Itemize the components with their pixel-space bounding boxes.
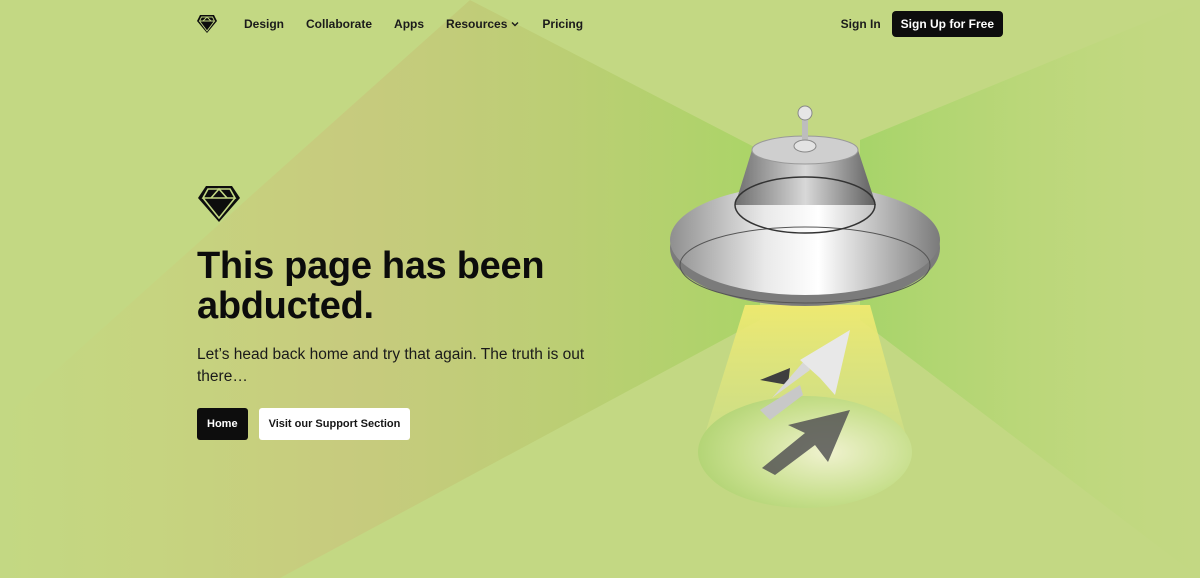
top-nav-bar: Design Collaborate Apps Resources Pricin…: [196, 11, 1003, 37]
nav-apps[interactable]: Apps: [394, 17, 424, 31]
home-button[interactable]: Home: [197, 408, 248, 440]
hero-section: This page has been abducted. Let’s head …: [197, 184, 597, 440]
nav-design[interactable]: Design: [244, 17, 284, 31]
header-actions: Sign In Sign Up for Free: [841, 11, 1003, 37]
hero-buttons: Home Visit our Support Section: [197, 408, 597, 440]
chevron-down-icon: [511, 22, 519, 27]
title-line-1: This page has been: [197, 245, 545, 287]
support-section-button[interactable]: Visit our Support Section: [258, 408, 411, 440]
main-nav: Design Collaborate Apps Resources Pricin…: [244, 17, 605, 31]
title-line-2: abducted.: [197, 285, 374, 327]
ufo-illustration: [0, 0, 1200, 578]
diamond-icon[interactable]: [196, 13, 218, 35]
page-title: This page has been abducted.: [197, 246, 597, 326]
nav-pricing[interactable]: Pricing: [542, 17, 583, 31]
nav-resources[interactable]: Resources: [446, 17, 520, 31]
diamond-icon: [198, 186, 240, 222]
nav-collaborate[interactable]: Collaborate: [306, 17, 372, 31]
page-subtitle: Let’s head back home and try that again.…: [197, 346, 585, 385]
nav-resources-label: Resources: [446, 17, 508, 31]
sign-in-link[interactable]: Sign In: [841, 17, 881, 31]
sign-up-button[interactable]: Sign Up for Free: [891, 11, 1003, 37]
